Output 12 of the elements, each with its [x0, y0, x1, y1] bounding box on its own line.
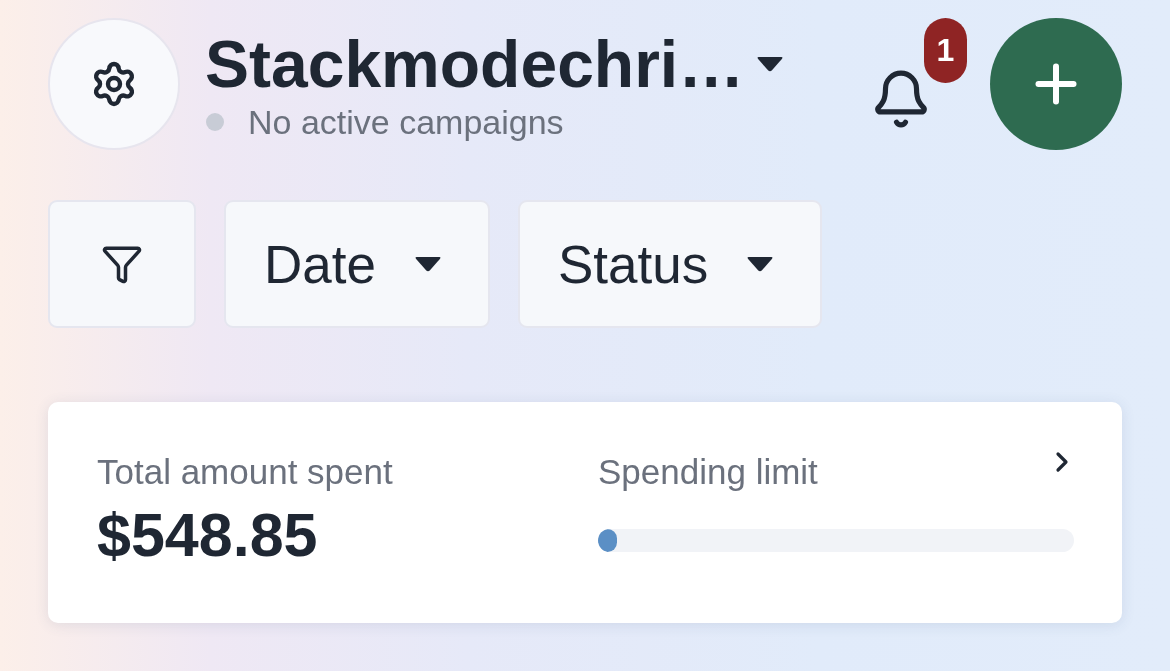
total-amount: $548.85 — [97, 502, 318, 568]
status-text: No active campaigns — [248, 102, 564, 142]
spending-limit-label: Spending limit — [598, 451, 818, 493]
total-label: Total amount spent — [97, 451, 394, 493]
notification-badge: 1 — [924, 18, 967, 83]
caret-icon — [413, 255, 442, 273]
caret-icon[interactable] — [756, 55, 785, 73]
filter-dropdown[interactable]: Date — [224, 200, 490, 328]
filter-dropdown[interactable]: Status — [517, 200, 823, 328]
caret-icon — [746, 255, 775, 273]
account-title: Stackmodechri… — [205, 28, 745, 100]
filter-button[interactable] — [48, 200, 196, 328]
